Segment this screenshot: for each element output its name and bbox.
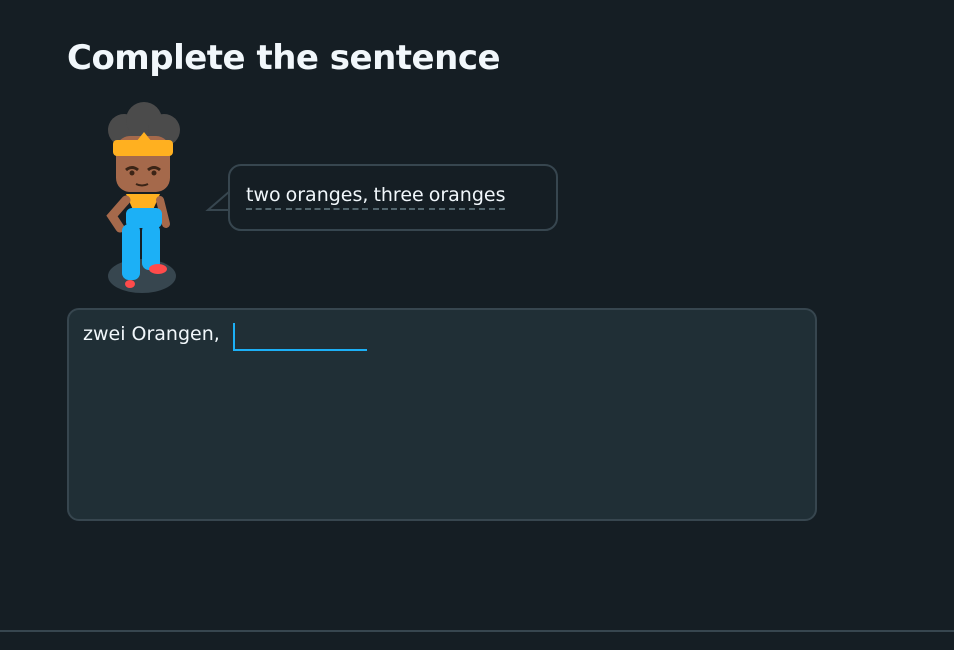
answer-area: zwei Orangen, xyxy=(67,308,817,521)
text-cursor xyxy=(233,323,235,349)
answer-blank[interactable] xyxy=(233,322,367,351)
prompt-word[interactable]: oranges, xyxy=(285,184,369,210)
prompt-word[interactable]: three xyxy=(373,184,424,210)
answer-input[interactable] xyxy=(233,322,367,349)
prompt-word[interactable]: oranges xyxy=(428,184,506,210)
answer-prefix: zwei Orangen, xyxy=(83,323,220,345)
character-illustration xyxy=(106,102,180,293)
footer-divider xyxy=(0,630,954,632)
prompt-word[interactable]: two xyxy=(246,184,281,210)
prompt-sentence: two oranges, three oranges xyxy=(246,184,506,210)
page-title: Complete the sentence xyxy=(67,38,501,78)
speech-bubble: two oranges, three oranges xyxy=(228,164,558,231)
